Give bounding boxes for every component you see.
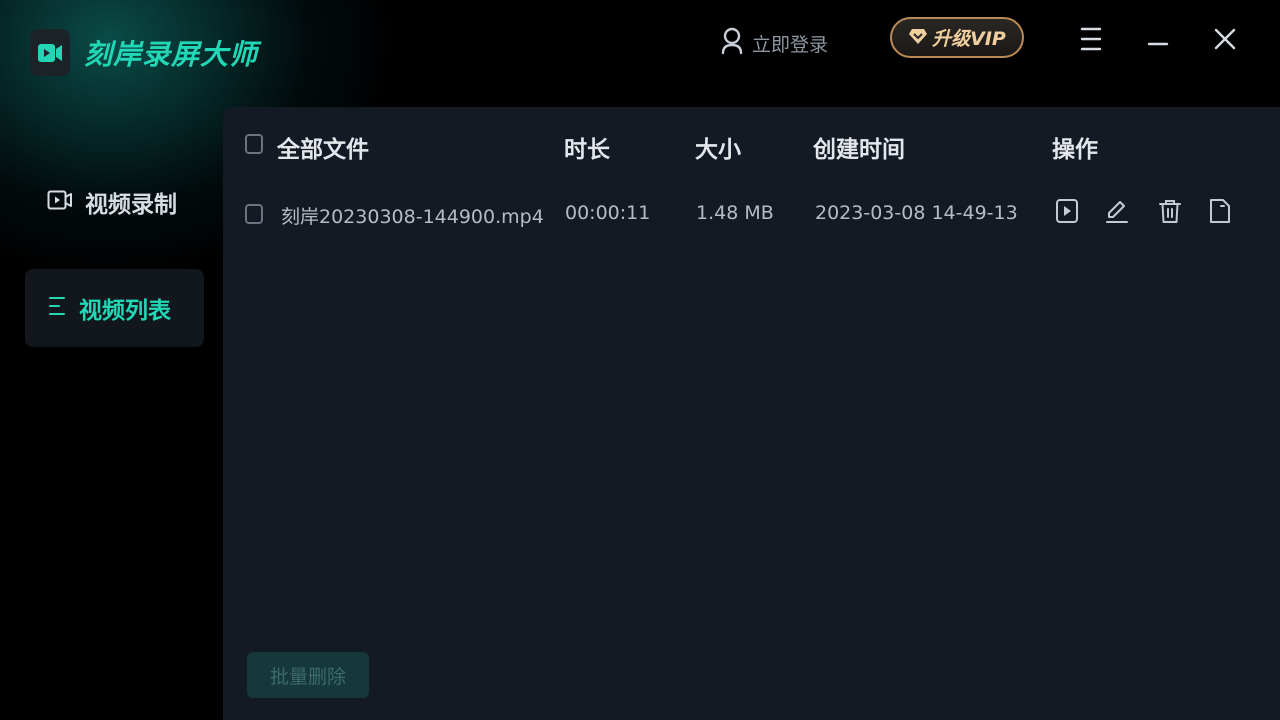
app-logo-icon	[30, 29, 70, 76]
sidebar-item-label: 视频列表	[79, 298, 171, 324]
rename-button[interactable]	[1103, 199, 1131, 227]
file-size: 1.48 MB	[696, 202, 774, 224]
login-button[interactable]: 立即登录	[720, 26, 828, 60]
close-button[interactable]	[1210, 26, 1240, 56]
upgrade-vip-label: 升级VIP	[932, 28, 1006, 50]
file-name: 刻岸20230308-144900.mp4	[281, 206, 544, 228]
delete-button[interactable]	[1156, 199, 1184, 227]
folder-icon	[1208, 198, 1232, 228]
column-header-actions: 操作	[1052, 137, 1098, 163]
file-duration: 00:00:11	[565, 202, 651, 224]
row-checkbox[interactable]	[245, 204, 263, 224]
close-icon	[1214, 28, 1236, 54]
app-window: 刻岸录屏大师 立即登录 升级VIP 视频录制 视频列表 全部文件 时长 大小 创…	[0, 0, 1280, 720]
minimize-icon	[1147, 32, 1169, 51]
user-icon	[720, 26, 744, 60]
column-header-created: 创建时间	[813, 137, 905, 163]
diamond-icon	[908, 27, 928, 49]
batch-delete-button[interactable]: 批量删除	[247, 652, 369, 698]
login-label: 立即登录	[752, 33, 829, 56]
list-icon	[47, 294, 67, 322]
sidebar-item-video-list[interactable]: 视频列表	[25, 269, 204, 347]
app-logo: 刻岸录屏大师	[30, 29, 258, 76]
minimize-button[interactable]	[1143, 26, 1173, 56]
video-record-icon	[47, 189, 73, 215]
open-folder-button[interactable]	[1206, 199, 1234, 227]
upgrade-vip-button[interactable]: 升级VIP	[890, 17, 1024, 58]
select-all-checkbox[interactable]	[245, 134, 263, 154]
file-created: 2023-03-08 14-49-13	[815, 202, 1018, 224]
video-list-panel: 全部文件 时长 大小 创建时间 操作 刻岸20230308-144900.mp4…	[223, 107, 1280, 720]
sidebar-item-video-record[interactable]: 视频录制	[25, 163, 204, 241]
column-header-all-files: 全部文件	[277, 137, 369, 163]
hamburger-menu-icon	[1080, 26, 1102, 56]
batch-delete-label: 批量删除	[269, 665, 346, 688]
app-name: 刻岸录屏大师	[84, 37, 259, 71]
sidebar-item-label: 视频录制	[85, 192, 177, 218]
trash-icon	[1158, 198, 1182, 228]
column-header-size: 大小	[695, 137, 741, 163]
column-header-duration: 时长	[564, 137, 610, 163]
play-icon	[1055, 198, 1079, 228]
play-button[interactable]	[1053, 199, 1081, 227]
edit-icon	[1104, 198, 1130, 228]
menu-button[interactable]	[1076, 26, 1106, 56]
